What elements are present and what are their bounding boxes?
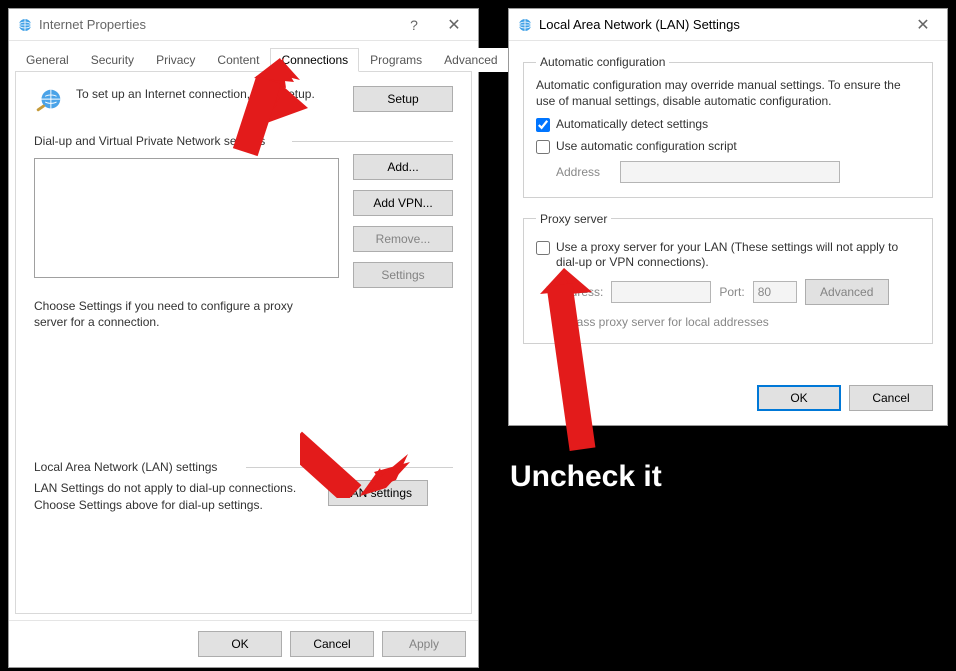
auto-config-group: Automatic configuration Automatic config… — [523, 55, 933, 198]
lan-note: LAN Settings do not apply to dial-up con… — [34, 480, 314, 512]
help-button[interactable]: ? — [394, 11, 434, 39]
close-button[interactable]: ✕ — [434, 11, 474, 39]
ok-button[interactable]: OK — [757, 385, 841, 411]
tab-advanced[interactable]: Advanced — [433, 48, 508, 72]
bypass-label: Bypass proxy server for local addresses — [556, 315, 920, 329]
ip-title: Internet Properties — [39, 17, 394, 32]
connections-listbox[interactable] — [34, 158, 339, 278]
proxy-group: Proxy server Use a proxy server for your… — [523, 212, 933, 344]
script-address-input — [620, 161, 840, 183]
ok-button[interactable]: OK — [198, 631, 282, 657]
apply-button: Apply — [382, 631, 466, 657]
tab-connections[interactable]: Connections — [270, 48, 359, 72]
internet-options-icon — [517, 17, 533, 33]
cancel-button[interactable]: Cancel — [290, 631, 374, 657]
proxy-address-input — [611, 281, 711, 303]
tab-programs[interactable]: Programs — [359, 48, 433, 72]
script-address-label: Address — [556, 165, 610, 179]
tab-security[interactable]: Security — [80, 48, 145, 72]
advanced-button: Advanced — [805, 279, 889, 305]
lan-group-label: Local Area Network (LAN) settings — [34, 460, 453, 474]
ip-bottom-bar: OK Cancel Apply — [9, 620, 478, 667]
auto-detect-row[interactable]: Automatically detect settings — [536, 117, 920, 133]
lan-titlebar[interactable]: Local Area Network (LAN) Settings ✕ — [509, 9, 947, 41]
remove-button: Remove... — [353, 226, 453, 252]
lan-settings-button[interactable]: LAN settings — [328, 480, 428, 506]
tab-privacy[interactable]: Privacy — [145, 48, 206, 72]
tab-content[interactable]: Content — [206, 48, 270, 72]
auto-config-legend: Automatic configuration — [536, 55, 669, 69]
proxy-legend: Proxy server — [536, 212, 611, 226]
auto-detect-checkbox[interactable] — [536, 118, 550, 132]
lan-title: Local Area Network (LAN) Settings — [539, 17, 903, 32]
lan-settings-window: Local Area Network (LAN) Settings ✕ Auto… — [508, 8, 948, 426]
globe-wand-icon — [34, 86, 64, 116]
internet-options-icon — [17, 17, 33, 33]
use-proxy-checkbox[interactable] — [536, 241, 550, 255]
tabs-row: General Security Privacy Content Connect… — [9, 41, 478, 71]
use-script-label: Use automatic configuration script — [556, 139, 737, 155]
close-button[interactable]: ✕ — [903, 11, 943, 39]
use-proxy-row[interactable]: Use a proxy server for your LAN (These s… — [536, 240, 920, 271]
ip-titlebar[interactable]: Internet Properties ? ✕ — [9, 9, 478, 41]
proxy-address-label: Address: — [556, 285, 603, 299]
use-script-checkbox[interactable] — [536, 140, 550, 154]
cancel-button[interactable]: Cancel — [849, 385, 933, 411]
setup-text: To set up an Internet connection, click … — [76, 86, 341, 102]
choose-settings-note: Choose Settings if you need to configure… — [34, 298, 314, 330]
connections-panel: To set up an Internet connection, click … — [15, 71, 472, 614]
auto-detect-label: Automatically detect settings — [556, 117, 708, 133]
auto-config-desc: Automatic configuration may override man… — [536, 77, 920, 109]
annotation-uncheck-text: Uncheck it — [510, 460, 662, 494]
proxy-port-input — [753, 281, 797, 303]
proxy-port-label: Port: — [719, 285, 744, 299]
add-vpn-button[interactable]: Add VPN... — [353, 190, 453, 216]
dialup-group-label: Dial-up and Virtual Private Network sett… — [34, 134, 453, 148]
tab-general[interactable]: General — [15, 48, 80, 72]
setup-button[interactable]: Setup — [353, 86, 453, 112]
use-proxy-label: Use a proxy server for your LAN (These s… — [556, 240, 920, 271]
add-button[interactable]: Add... — [353, 154, 453, 180]
internet-properties-window: Internet Properties ? ✕ General Security… — [8, 8, 479, 668]
settings-button: Settings — [353, 262, 453, 288]
use-script-row[interactable]: Use automatic configuration script — [536, 139, 920, 155]
